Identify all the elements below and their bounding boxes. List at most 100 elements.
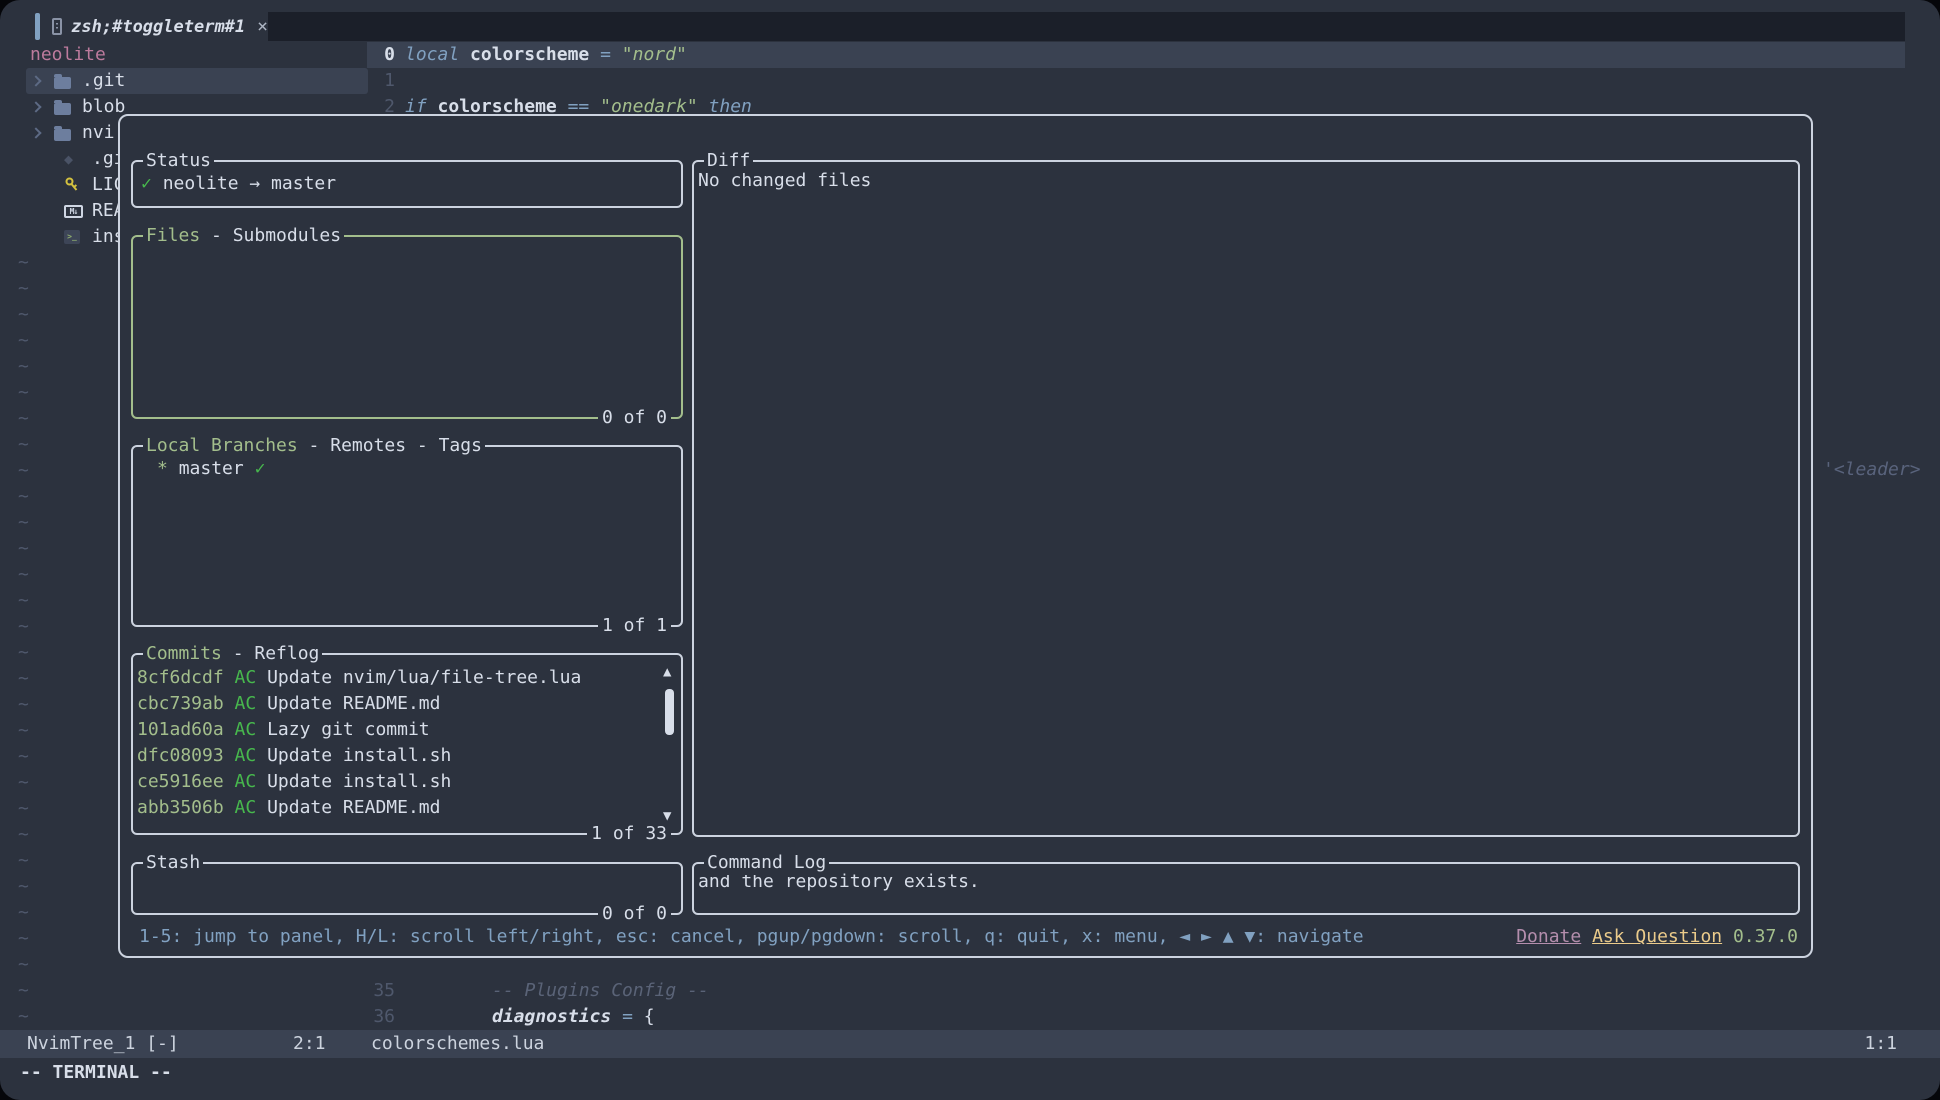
tab-close-icon[interactable]: × <box>257 16 268 37</box>
tilde-marker: ~ <box>18 354 29 380</box>
operator: = <box>622 1006 633 1027</box>
tilde-column: ~~~~~~~~~~~~~~~~~~~~~~~~~~~~~~ <box>18 250 29 1030</box>
commits-panel[interactable]: Commits - Reflog 8cf6dcdf AC Update nvim… <box>131 653 683 835</box>
statusline-buffer-name: NvimTree_1 [-] <box>27 1030 179 1058</box>
diff-panel[interactable]: Diff No changed files <box>692 160 1800 837</box>
tabline-fill <box>268 12 1905 41</box>
chevron-right-icon <box>30 101 41 112</box>
files-panel[interactable]: Files - Submodules 0 of 0 <box>131 235 683 419</box>
status-panel[interactable]: Status ✓ neolite → master <box>131 160 683 208</box>
tab-title: zsh;#toggleterm#1 <box>71 17 245 37</box>
license-key-icon <box>64 177 84 193</box>
tilde-marker: ~ <box>18 302 29 328</box>
commit-message: Update README.md <box>267 693 440 714</box>
command-log-title: Command Log <box>704 851 829 875</box>
tilde-marker: ~ <box>18 588 29 614</box>
tilde-marker: ~ <box>18 848 29 874</box>
tab-remotes-tags[interactable]: - Remotes - Tags <box>298 435 482 456</box>
commit-hash: 101ad60a <box>137 719 224 740</box>
lazygit-float-window: Status ✓ neolite → master Files - Submod… <box>118 114 1813 958</box>
code-line-0[interactable]: 0local colorscheme = "nord" <box>367 42 687 68</box>
commit-author: AC <box>235 797 257 818</box>
ask-question-link[interactable]: Ask Question <box>1592 926 1722 947</box>
donate-link[interactable]: Donate <box>1516 926 1581 947</box>
files-count: 0 of 0 <box>598 405 671 431</box>
commit-row[interactable]: 8cf6dcdf AC Update nvim/lua/file-tree.lu… <box>137 665 677 691</box>
tab-commits[interactable]: Commits <box>146 643 222 664</box>
chevron-right-icon <box>30 127 41 138</box>
tilde-marker: ~ <box>18 874 29 900</box>
branches-panel[interactable]: Local Branches - Remotes - Tags * master… <box>131 445 683 627</box>
tilde-marker: ~ <box>18 458 29 484</box>
code-line-36[interactable]: 36diagnostics = { <box>367 1004 655 1030</box>
folder-icon <box>54 74 74 89</box>
stash-panel-title: Stash <box>143 851 203 875</box>
filetree-item-git[interactable]: .git <box>26 68 368 94</box>
commit-message: Lazy git commit <box>267 719 430 740</box>
commits-scrollbar[interactable]: ▲ ▼ <box>662 663 678 825</box>
mode-indicator: -- TERMINAL -- <box>20 1058 172 1088</box>
commit-row[interactable]: 101ad60a AC Lazy git commit <box>137 717 677 743</box>
statusline-ruler: 1:1 <box>1864 1030 1897 1058</box>
command-log-content: and the repository exists. <box>694 864 1798 895</box>
commit-author: AC <box>235 667 257 688</box>
tilde-marker: ~ <box>18 432 29 458</box>
status-branch-text: neolite → master <box>163 173 336 194</box>
tilde-marker: ~ <box>18 536 29 562</box>
leader-hint: '<leader> <box>1823 457 1921 483</box>
commit-author: AC <box>235 693 257 714</box>
terminal-window: zsh;#toggleterm#1 × neolite .git blob nv… <box>0 0 1940 1100</box>
tab-reflog[interactable]: - Reflog <box>222 643 320 664</box>
commits-panel-title: Commits - Reflog <box>143 642 322 666</box>
tilde-marker: ~ <box>18 822 29 848</box>
version-label: 0.37.0 <box>1733 926 1798 947</box>
command-log-panel[interactable]: Command Log and the repository exists. <box>692 862 1800 915</box>
tilde-marker: ~ <box>18 276 29 302</box>
tilde-marker: ~ <box>18 692 29 718</box>
tilde-marker: ~ <box>18 328 29 354</box>
tilde-marker: ~ <box>18 952 29 978</box>
current-branch-star: * <box>157 458 168 479</box>
line-number: 1 <box>367 68 395 94</box>
stash-panel[interactable]: Stash 0 of 0 <box>131 862 683 915</box>
tilde-marker: ~ <box>18 926 29 952</box>
active-tab-indicator <box>35 13 40 40</box>
filetree-item-label: .git <box>82 68 125 94</box>
brace: { <box>644 1006 655 1027</box>
filetree-item-label: blob <box>82 94 125 120</box>
chevron-right-icon <box>30 75 41 86</box>
scrollbar-thumb[interactable] <box>665 689 674 735</box>
commit-row[interactable]: cbc739ab AC Update README.md <box>137 691 677 717</box>
statusline: NvimTree_1 [-] 2:1 colorschemes.lua 1:1 <box>0 1030 1940 1058</box>
commit-message: Update install.sh <box>267 771 451 792</box>
scroll-up-icon[interactable]: ▲ <box>663 665 671 679</box>
statusline-cursor-pos: 2:1 <box>293 1030 326 1058</box>
statusline-filename: colorschemes.lua <box>371 1030 544 1058</box>
commit-row[interactable]: dfc08093 AC Update install.sh <box>137 743 677 769</box>
tilde-marker: ~ <box>18 562 29 588</box>
footer-links: Donate Ask Question 0.37.0 <box>1516 924 1798 950</box>
branches-panel-title: Local Branches - Remotes - Tags <box>143 434 485 458</box>
commit-hash: 8cf6dcdf <box>137 667 224 688</box>
markdown-icon: M↓ <box>64 205 84 218</box>
commit-row[interactable]: abb3506b AC Update README.md <box>137 795 677 821</box>
commit-message: Update README.md <box>267 797 440 818</box>
code-line-35[interactable]: 35-- Plugins Config -- <box>367 978 709 1004</box>
line-number: 36 <box>367 1004 395 1030</box>
commit-hash: dfc08093 <box>137 745 224 766</box>
tilde-marker: ~ <box>18 510 29 536</box>
filetree-item-label: nvi <box>82 120 115 146</box>
tab-submodules[interactable]: - Submodules <box>200 225 341 246</box>
commit-author: AC <box>235 771 257 792</box>
folder-icon <box>54 126 74 141</box>
tilde-marker: ~ <box>18 978 29 1004</box>
branch-name: master <box>179 458 244 479</box>
identifier: colorscheme <box>470 44 589 65</box>
tilde-marker: ~ <box>18 744 29 770</box>
code-line-1[interactable]: 1 <box>367 68 405 94</box>
tab-toggleterm[interactable]: zsh;#toggleterm#1 × <box>28 12 268 41</box>
tab-local-branches[interactable]: Local Branches <box>146 435 298 456</box>
commit-row[interactable]: ce5916ee AC Update install.sh <box>137 769 677 795</box>
string-literal: "nord" <box>622 44 687 65</box>
tab-files[interactable]: Files <box>146 225 200 246</box>
